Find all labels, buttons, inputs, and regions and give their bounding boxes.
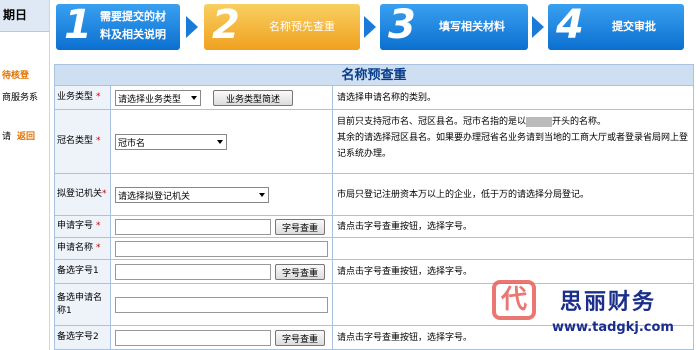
watermark-name: 思丽财务 [560, 290, 657, 315]
sidebar-item-service[interactable]: 商服务系 [2, 90, 38, 103]
field-control: 冠市名 [111, 110, 333, 173]
crown-hint-b: 其余的请选择冠区县名。如果要办理冠省名业务请到当地的工商大厅或者登录省局网上登记… [337, 133, 689, 159]
field-control [111, 238, 333, 259]
watermark-url: www.tadgkj.com [552, 320, 674, 335]
chevron-down-icon [259, 192, 265, 197]
select-value: 请选择拟登记机关 [118, 191, 191, 202]
alt-code2-input[interactable] [115, 329, 271, 346]
required-mark: * [96, 243, 101, 253]
apply-name-input[interactable] [115, 240, 328, 257]
field-label: 业务类型 * [55, 86, 111, 109]
chevron-down-icon [217, 139, 223, 144]
redacted-block [526, 116, 553, 127]
step-label: 提交审批 [612, 20, 656, 33]
field-hint: 请选择申请名称的类别。 [337, 92, 437, 103]
reg-authority-label: 拟登记机关 [57, 189, 103, 199]
required-mark: * [96, 136, 101, 146]
name-check-button[interactable]: 字号查重 [275, 218, 326, 235]
step-number: 1 [64, 2, 92, 48]
watermark-logo: 代 [492, 280, 536, 320]
step-number: 4 [556, 2, 584, 48]
required-mark: * [96, 92, 101, 102]
required-mark: * [102, 189, 107, 199]
row-apply-name: 申请名称 * [54, 238, 694, 260]
select-value: 请选择业务类型 [118, 94, 182, 105]
alt-code1-input[interactable] [115, 263, 271, 280]
step-label: 填写相关材料 [439, 20, 505, 33]
step-3: 3 填写相关材料 [380, 2, 528, 50]
step-label: 名称预先查重 [269, 20, 335, 33]
field-label: 备选字号2 [55, 326, 111, 349]
field-label: 备选申请名称1 [55, 284, 111, 325]
row-alt-code1: 备选字号1 字号查重 请点击字号查重按钮，选择字号。 [54, 260, 694, 284]
step-number: 2 [212, 2, 240, 48]
crown-hint-a2: 开头的名称。 [552, 117, 607, 127]
apply-name-label: 申请名称 [57, 243, 94, 253]
arrow-icon [532, 16, 544, 38]
step-label-line2: 料及相关说明 [100, 28, 166, 41]
arrow-icon [364, 16, 376, 38]
row-reg-authority: 拟登记机关 * 请选择拟登记机关 市局只登记注册资本万以上的企业，低于万的请选择分… [54, 174, 694, 216]
row-business-type: 业务类型 * 请选择业务类型 业务类型简述 请选择申请名称的类别。 [54, 86, 694, 110]
business-type-desc-button[interactable]: 业务类型简述 [213, 89, 293, 106]
field-control: 请选择拟登记机关 [111, 174, 333, 215]
crown-type-label: 冠名类型 [57, 136, 94, 146]
crown-type-select[interactable]: 冠市名 [115, 133, 227, 150]
field-hint: 市局只登记注册资本万以上的企业，低于万的请选择分局登记。 [337, 189, 590, 200]
field-control: 字号查重 [111, 216, 333, 237]
row-crown-type: 冠名类型 * 冠市名 目前只支持冠市名、冠区县名。冠市名指的是以 开头的名称。 其余… [54, 110, 694, 174]
step-number: 3 [388, 2, 416, 48]
business-type-label: 业务类型 [57, 92, 94, 102]
field-control: 字号查重 [111, 260, 333, 283]
field-control [111, 284, 333, 325]
field-hint: 目前只支持冠市名、冠区县名。冠市名指的是以 开头的名称。 其余的请选择冠区县名。如… [333, 110, 693, 173]
name-code-label: 申请字号 [57, 221, 94, 231]
step-4: 4 提交审批 [548, 2, 684, 50]
alt-code2-check-button[interactable]: 字号查重 [275, 329, 326, 346]
arrow-icon [186, 16, 198, 38]
step-2: 2 名称预先查重 [204, 2, 360, 50]
field-hint: 请点击字号查重按钮，选择字号。 [337, 221, 473, 232]
form-title: 名称预查重 [54, 64, 694, 86]
sidebar-item-request: 请返回 [2, 129, 35, 142]
name-code-input[interactable] [115, 218, 271, 235]
step-banner: 1 需要提交的材 料及相关说明 2 名称预先查重 3 填写相关材料 4 提交审批 [50, 0, 696, 58]
reg-authority-select[interactable]: 请选择拟登记机关 [115, 186, 269, 203]
sidebar-item-pending[interactable]: 待核登 [2, 68, 29, 81]
field-label: 申请名称 * [55, 238, 111, 259]
field-hint [333, 238, 693, 259]
business-type-select[interactable]: 请选择业务类型 [115, 89, 201, 106]
alt-name1-input[interactable] [115, 296, 328, 313]
sidebar-header: 期日 [0, 0, 49, 32]
field-label: 拟登记机关 * [55, 174, 111, 215]
row-name-code: 申请字号 * 字号查重 请点击字号查重按钮，选择字号。 [54, 216, 694, 238]
field-control: 字号查重 [111, 326, 333, 349]
step-label-line1: 需要提交的材 [100, 10, 166, 23]
alt-code1-check-button[interactable]: 字号查重 [275, 263, 326, 280]
sidebar-request-label: 请 [2, 132, 12, 142]
field-label: 申请字号 * [55, 216, 111, 237]
step-1: 1 需要提交的材 料及相关说明 [56, 2, 180, 50]
field-label: 冠名类型 * [55, 110, 111, 173]
required-mark: * [96, 221, 101, 231]
left-sidebar: 期日 待核登 商服务系 请返回 [0, 0, 50, 350]
field-control: 请选择业务类型 业务类型简述 [111, 86, 333, 109]
chevron-down-icon [191, 95, 197, 100]
step-label: 需要提交的材 料及相关说明 [90, 8, 176, 44]
select-value: 冠市名 [118, 138, 146, 149]
return-link[interactable]: 返回 [17, 132, 35, 142]
crown-hint-a: 目前只支持冠市名、冠区县名。冠市名指的是以 [337, 117, 527, 127]
field-label: 备选字号1 [55, 260, 111, 283]
